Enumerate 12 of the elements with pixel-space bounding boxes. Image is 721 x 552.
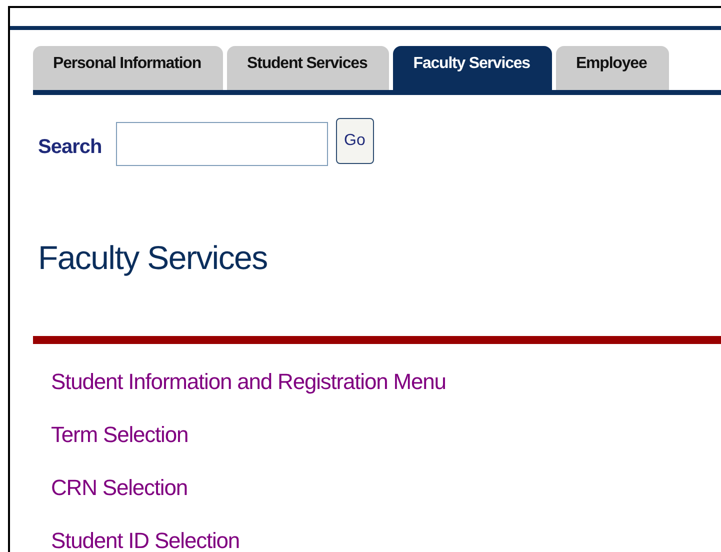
menu-link[interactable]: CRN Selection [51,472,188,504]
menu-link[interactable]: Term Selection [51,419,188,451]
tab[interactable]: Personal Information [33,46,224,90]
tab[interactable]: Student Services [227,46,390,90]
menu-link[interactable]: Student ID Selection [51,525,240,552]
search-field[interactable] [116,122,328,166]
menu-link[interactable]: Student Information and Registration Menu [51,366,446,398]
go-button[interactable]: Go [336,118,374,164]
page-title: Faculty Services [38,239,268,277]
tab[interactable]: Faculty Services [393,46,552,90]
tab[interactable]: Employee [556,46,669,90]
search-label: Search [38,136,102,158]
